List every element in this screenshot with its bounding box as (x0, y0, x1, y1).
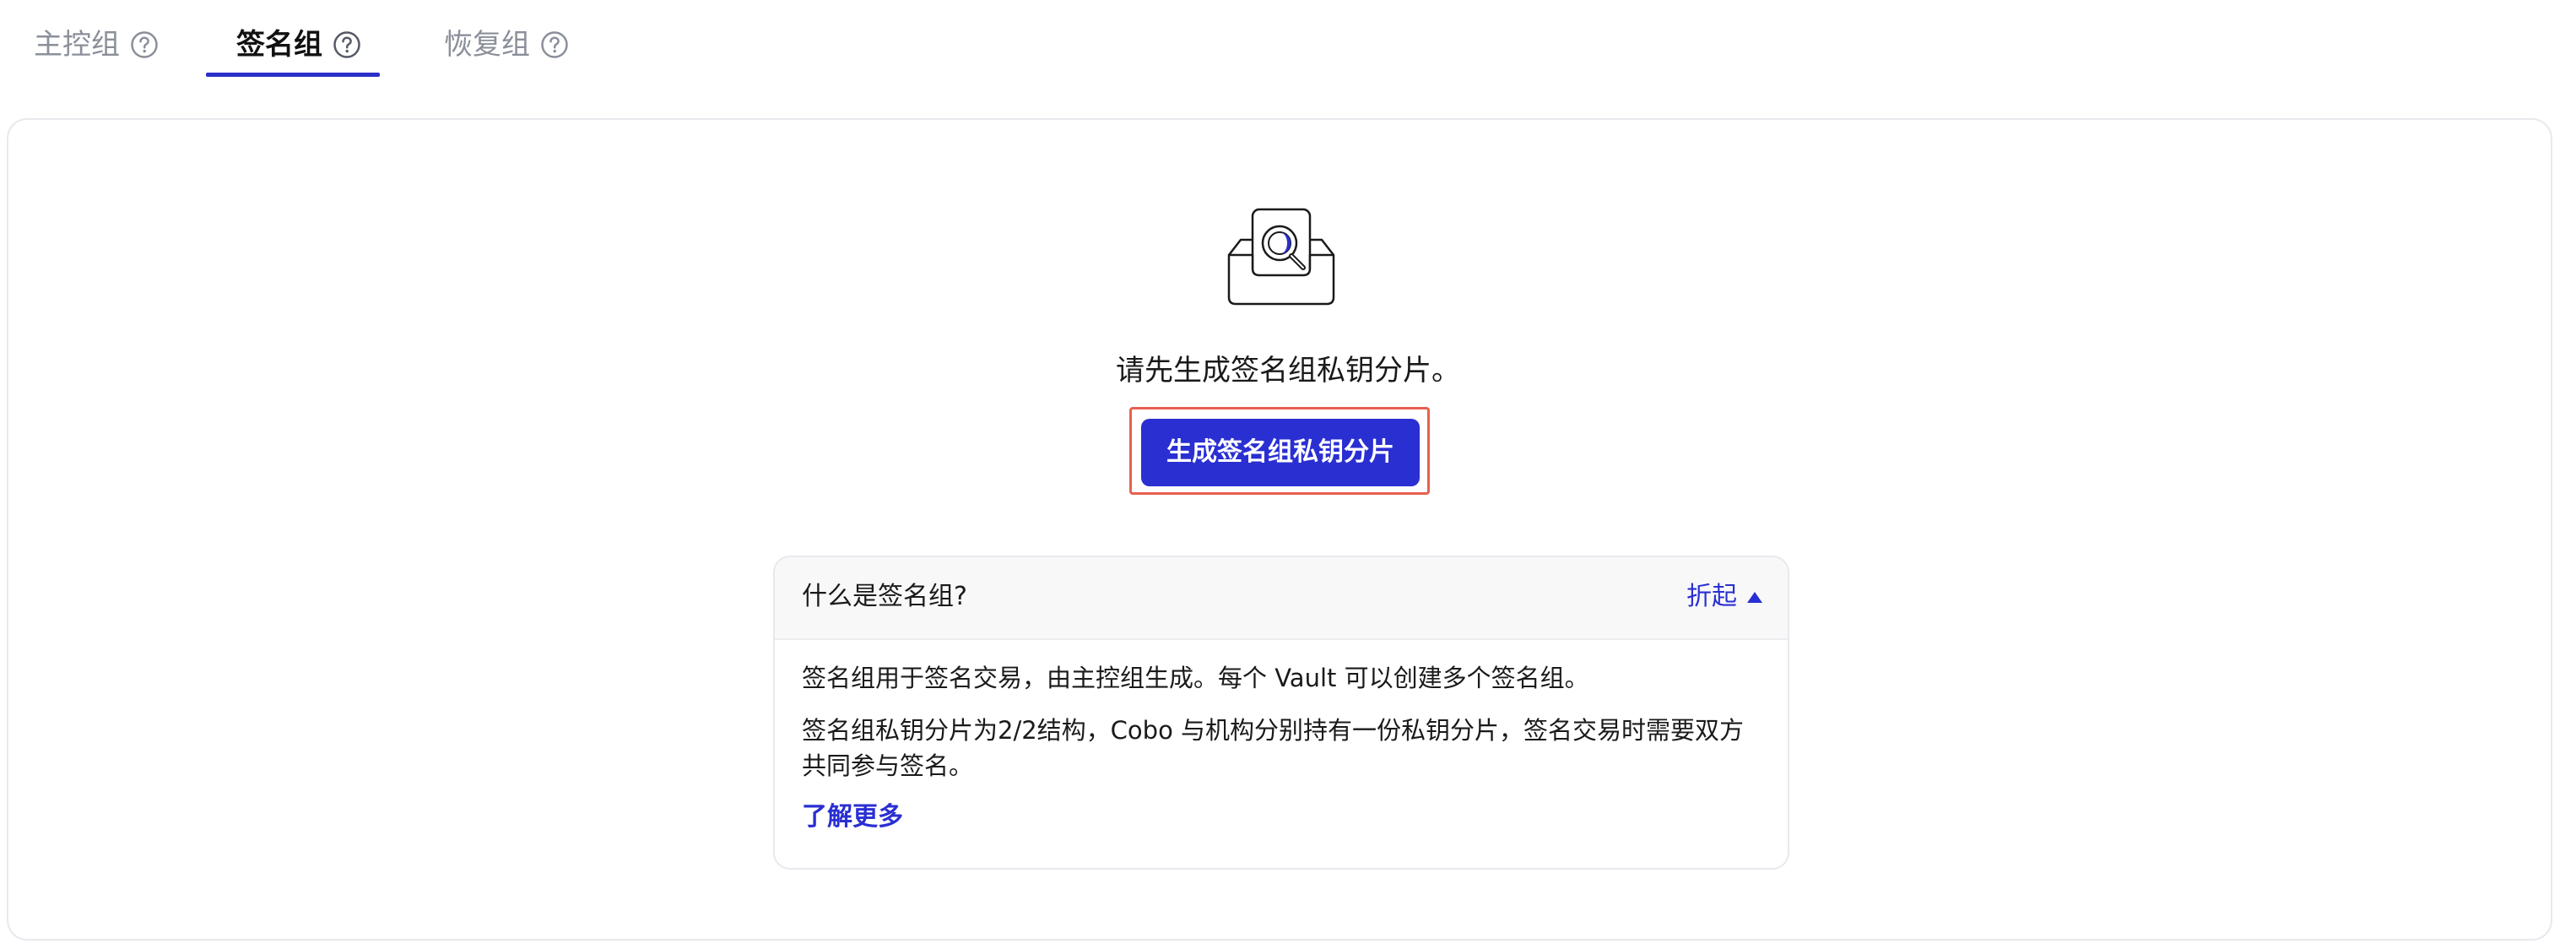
active-tab-indicator (206, 73, 380, 77)
info-panel-title: 什么是签名组? (802, 582, 967, 611)
generate-key-shares-button[interactable]: 生成签名组私钥分片 (1141, 419, 1420, 486)
empty-state-message: 请先生成签名组私钥分片。 (1116, 354, 1460, 388)
info-panel-body: 签名组用于签名交易，由主控组生成。每个 Vault 可以创建多个签名组。 签名组… (802, 660, 1764, 836)
info-panel-header: 什么是签名组? 折起 (775, 557, 1788, 640)
info-paragraph: 签名组私钥分片为2/2结构，Cobo 与机构分别持有一份私钥分片，签名交易时需要… (802, 716, 1745, 780)
tab-bar: 主控组 签名组 恢复组 (0, 0, 2576, 81)
collapse-label: 折起 (1686, 582, 1737, 611)
inbox-search-icon (1227, 208, 1335, 306)
info-paragraph: 签名组用于签名交易，由主控组生成。每个 Vault 可以创建多个签名组。 (802, 664, 1589, 692)
tab-signing-group[interactable]: 签名组 (236, 24, 361, 74)
caret-up-icon (1747, 591, 1762, 603)
page: 主控组 签名组 恢复组 请先生成签名组私钥分片。 生成签名组私钥分片 什么是签名… (0, 0, 2576, 949)
tab-recovery-group-label: 恢复组 (444, 28, 530, 62)
learn-more-link[interactable]: 了解更多 (802, 799, 903, 836)
help-icon[interactable] (130, 30, 159, 59)
tab-recovery-group[interactable]: 恢复组 (444, 24, 569, 74)
tab-main-group[interactable]: 主控组 (34, 24, 159, 74)
help-icon[interactable] (540, 30, 569, 59)
collapse-toggle[interactable]: 折起 (1686, 576, 1762, 618)
tab-main-group-label: 主控组 (34, 28, 120, 62)
info-panel: 什么是签名组? 折起 签名组用于签名交易，由主控组生成。每个 Vault 可以创… (773, 556, 1789, 870)
tab-signing-group-label: 签名组 (236, 28, 322, 62)
help-icon[interactable] (333, 30, 361, 59)
